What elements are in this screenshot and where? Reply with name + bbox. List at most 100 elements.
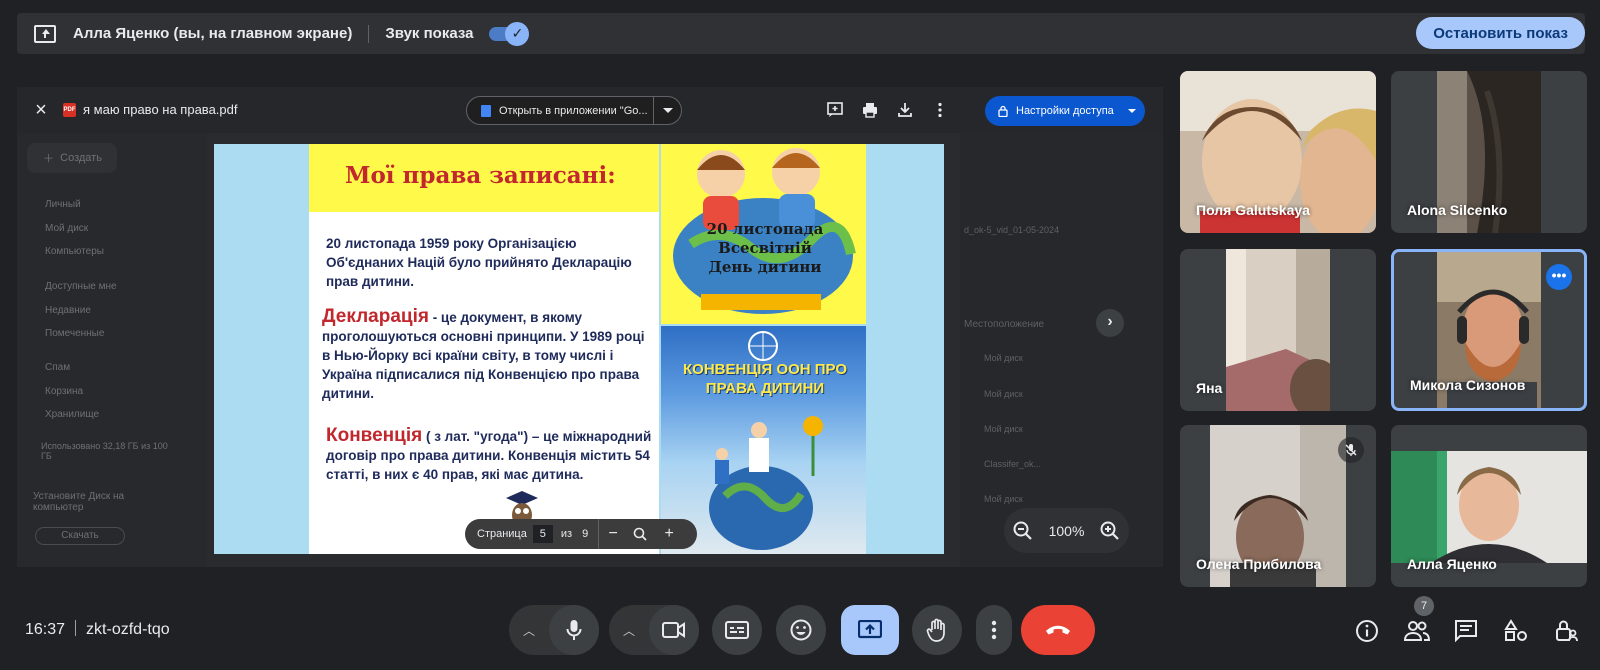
more-options-icon[interactable]: ••• (1546, 264, 1572, 290)
participant-name: Микола Сизонов (1410, 377, 1526, 393)
lock-person-icon (1556, 620, 1578, 642)
camera-control-group: ︿ (609, 605, 699, 655)
slide-right-margin (866, 144, 944, 554)
mic-button[interactable] (549, 605, 599, 655)
participant-name: Алла Яценко (1407, 556, 1497, 572)
participant-tile[interactable]: Олена Прибилова (1180, 425, 1376, 587)
zoom-search-icon[interactable] (627, 526, 655, 542)
mic-icon (566, 620, 582, 640)
access-settings-button[interactable]: Настройки доступа (985, 96, 1145, 126)
children-globe-image: 20 листопада Всесвітній День дитини (661, 144, 866, 324)
drive-row: Мой диск (984, 494, 1023, 504)
participant-tile[interactable]: ••• Микола Сизонов (1391, 249, 1587, 411)
camera-button[interactable] (649, 605, 699, 655)
open-in-app-button[interactable]: Открыть в приложении "Go... (466, 96, 682, 125)
meeting-info: 16:37 zkt-ozfd-tqo (25, 620, 170, 639)
participant-name: Поля Galutskaya (1196, 202, 1310, 218)
present-to-all-icon (858, 620, 882, 639)
zoom-in-icon[interactable] (1099, 520, 1121, 542)
doc-title: d_ok-5_vid_01-05-2024 (964, 225, 1060, 235)
participant-count-badge: 7 (1414, 596, 1434, 616)
chat-button[interactable] (1452, 617, 1480, 645)
participant-tile[interactable]: Поля Galutskaya (1180, 71, 1376, 233)
presenting-bar: Алла Яценко (вы, на главном экране) Звук… (17, 13, 1585, 54)
meeting-code: zkt-ozfd-tqo (86, 621, 170, 638)
close-icon[interactable]: × (31, 100, 51, 120)
slide-paragraph-2: Декларація - це документ, в якому прогол… (322, 307, 652, 403)
pdf-file-icon: PDF (63, 103, 76, 117)
host-controls-button[interactable] (1552, 617, 1580, 645)
sound-toggle[interactable]: ✓ (489, 21, 530, 46)
activities-icon (1504, 619, 1527, 641)
captions-button[interactable] (712, 605, 762, 655)
participant-tile[interactable]: Alona Silcenko (1391, 71, 1587, 233)
zoom-in-icon[interactable]: + (655, 525, 683, 543)
shared-screen: ＋ Создать Личный Мой диск Компьютеры Дос… (17, 87, 1163, 567)
page-controls: Страница 5 из 9 − + (465, 519, 697, 549)
drive-row: Мой диск (984, 424, 1023, 434)
mic-off-icon (1338, 437, 1364, 463)
pdf-toolbar: × PDF я маю право на права.pdf Открыть в… (17, 87, 1163, 133)
drive-item: Компьютеры (45, 246, 104, 257)
raise-hand-button[interactable] (912, 605, 962, 655)
activities-button[interactable] (1502, 617, 1530, 645)
meeting-details-button[interactable] (1353, 617, 1381, 645)
drive-item: Доступные мне (45, 281, 117, 292)
drive-item: Мой диск (45, 223, 89, 234)
drive-item: Личный (45, 199, 81, 210)
slide-title: Мої права записані: (345, 162, 616, 189)
install-text: Установите Диск на компьютер (33, 491, 125, 513)
closed-captions-icon (725, 621, 749, 639)
world-children-day-text: 20 листопада Всесвітній День дитини (706, 220, 824, 276)
present-now-button[interactable] (841, 605, 899, 655)
more-options-button[interactable] (976, 605, 1012, 655)
chevron-up-icon[interactable]: ︿ (509, 605, 549, 655)
videocam-icon (662, 622, 685, 638)
people-button[interactable] (1403, 617, 1431, 645)
more-vert-icon[interactable] (931, 101, 949, 119)
chevron-down-icon (1127, 109, 1136, 113)
check-icon: ✓ (505, 21, 530, 46)
download-icon[interactable] (896, 101, 914, 119)
chevron-up-icon[interactable]: ︿ (609, 605, 649, 655)
info-icon (1356, 620, 1378, 642)
drive-row: Мой диск (984, 389, 1023, 399)
sound-label: Звук показа (385, 25, 474, 42)
present-screen-icon (34, 24, 56, 43)
add-comment-icon[interactable] (826, 101, 844, 119)
zoom-out-icon[interactable] (1012, 520, 1034, 542)
leave-call-button[interactable] (1021, 605, 1095, 655)
drive-item: Помеченные (45, 328, 105, 339)
drive-row: Мой диск (984, 353, 1023, 363)
hand-icon (926, 618, 945, 642)
drive-details: d_ok-5_vid_01-05-2024 Местоположение Мой… (960, 133, 1163, 567)
participant-tile[interactable]: Алла Яценко (1391, 425, 1587, 587)
access-settings-label: Настройки доступа (1016, 105, 1114, 117)
clock-time: 16:37 (25, 621, 66, 638)
participant-video (1391, 451, 1587, 563)
zoom-level: 100% (1048, 522, 1085, 539)
un-convention-image: КОНВЕНЦІЯ ООН ПРО ПРАВА ДИТИНИ (661, 326, 866, 554)
docs-icon (481, 104, 491, 117)
participant-tile[interactable]: Яна (1180, 249, 1376, 411)
location-header: Местоположение (964, 319, 1045, 330)
participant-name: Олена Прибилова (1196, 556, 1322, 572)
emoji-icon (790, 619, 812, 641)
create-button: ＋ Создать (27, 143, 117, 173)
chevron-right-icon[interactable]: › (1096, 309, 1124, 337)
print-icon[interactable] (861, 101, 879, 119)
chevron-down-icon[interactable] (653, 97, 681, 124)
pdf-page: Мої права записані: 20 листопада 1959 ро… (214, 144, 944, 554)
page-label: Страница (477, 528, 527, 540)
zoom-control: 100% (1004, 508, 1129, 553)
slide-paragraph-1: 20 листопада 1959 року Організацією Об'є… (326, 236, 632, 289)
reactions-button[interactable] (776, 605, 826, 655)
participant-name: Alona Silcenko (1407, 202, 1508, 218)
stop-presenting-button[interactable]: Остановить показ (1416, 17, 1585, 49)
chat-icon (1455, 620, 1477, 643)
page-number-input[interactable]: 5 (532, 525, 553, 543)
mic-control-group: ︿ (509, 605, 599, 655)
more-vert-icon (991, 620, 997, 640)
zoom-out-icon[interactable]: − (599, 525, 627, 543)
drive-sidebar: ＋ Создать Личный Мой диск Компьютеры Дос… (17, 133, 207, 567)
